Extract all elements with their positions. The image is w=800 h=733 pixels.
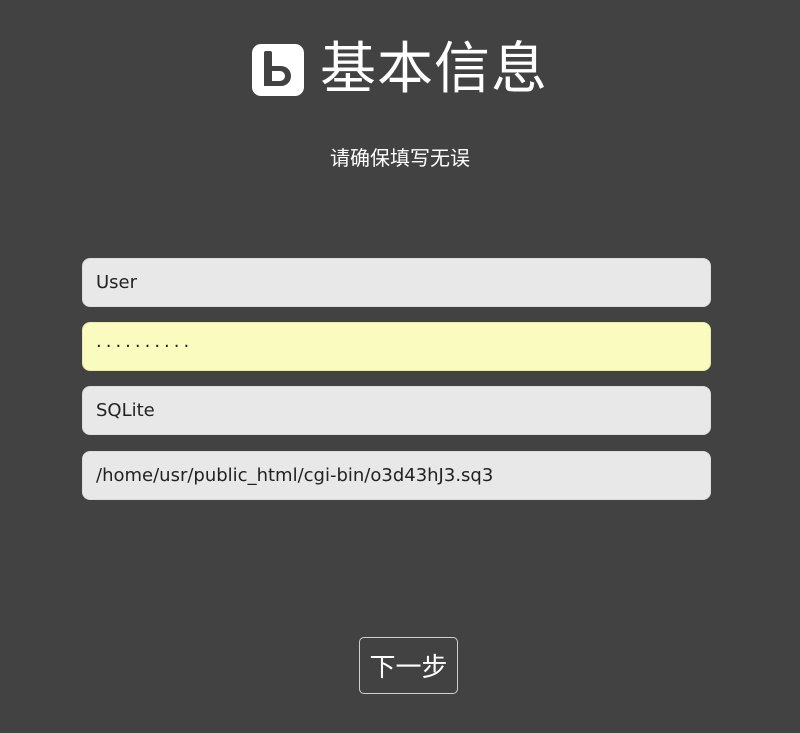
header: 基本信息 bbox=[0, 38, 800, 102]
username-field[interactable]: User bbox=[82, 258, 711, 307]
next-step-button[interactable]: 下一步 bbox=[359, 637, 458, 694]
page-subtitle: 请确保填写无误 bbox=[330, 146, 470, 170]
password-field[interactable]: ·········· bbox=[82, 322, 711, 371]
page-title: 基本信息 bbox=[320, 37, 548, 102]
database-path-field[interactable]: /home/usr/public_html/cgi-bin/o3d43hJ3.s… bbox=[82, 451, 711, 500]
install-page: 基本信息 请确保填写无误 User ·········· SQLite /hom… bbox=[0, 0, 800, 733]
database-type-field[interactable]: SQLite bbox=[82, 386, 711, 435]
b-logo-icon bbox=[252, 44, 304, 96]
